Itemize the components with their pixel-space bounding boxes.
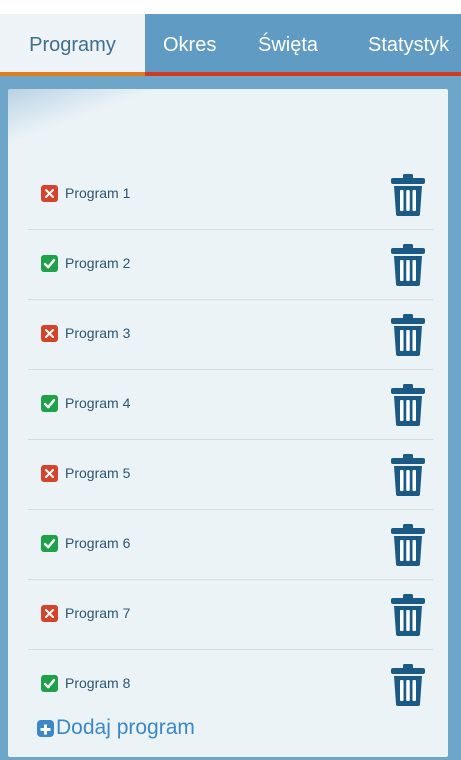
check-icon[interactable]	[41, 675, 58, 692]
trash-icon[interactable]	[390, 524, 426, 566]
program-list-panel: Program 1 Program 2 Program 3 Program 4 Prog…	[8, 89, 448, 757]
x-icon[interactable]	[41, 185, 58, 202]
trash-icon[interactable]	[390, 454, 426, 496]
tab-programy[interactable]: Programy	[0, 14, 145, 76]
program-label: Program 5	[65, 465, 131, 481]
add-program-label: Dodaj program	[56, 716, 195, 739]
tab-bar: Programy Okres Święta Statystyk	[0, 14, 461, 76]
x-icon[interactable]	[41, 605, 58, 622]
trash-icon[interactable]	[390, 244, 426, 286]
program-row: Program 8	[28, 649, 433, 719]
program-label: Program 6	[65, 535, 131, 551]
program-label: Program 7	[65, 605, 131, 621]
tab-swieta[interactable]: Święta	[258, 14, 318, 76]
program-label: Program 1	[65, 185, 131, 201]
x-icon[interactable]	[41, 465, 58, 482]
program-row: Program 4	[28, 369, 433, 440]
add-program-button[interactable]: Dodaj program	[37, 715, 195, 741]
check-icon[interactable]	[41, 255, 58, 272]
check-icon[interactable]	[41, 535, 58, 552]
trash-icon[interactable]	[390, 384, 426, 426]
program-label: Program 2	[65, 255, 131, 271]
trash-icon[interactable]	[390, 664, 426, 706]
program-row: Program 6	[28, 509, 433, 580]
program-row: Program 1	[28, 159, 433, 230]
x-icon[interactable]	[41, 325, 58, 342]
program-row: Program 3	[28, 299, 433, 370]
tab-okres[interactable]: Okres	[163, 14, 216, 76]
plus-square-icon	[37, 719, 54, 737]
tab-label: Święta	[258, 33, 319, 56]
status-bar-area	[0, 0, 461, 14]
tab-statystyki[interactable]: Statystyk	[368, 14, 449, 76]
program-row: Program 5	[28, 439, 433, 510]
tab-label: Okres	[163, 33, 217, 56]
program-row: Program 2	[28, 229, 433, 300]
trash-icon[interactable]	[390, 594, 426, 636]
program-label: Program 4	[65, 395, 131, 411]
panel-shadow	[8, 89, 448, 149]
check-icon[interactable]	[41, 395, 58, 412]
program-row: Program 7	[28, 579, 433, 650]
trash-icon[interactable]	[390, 314, 426, 356]
trash-icon[interactable]	[390, 174, 426, 216]
program-label: Program 8	[65, 675, 131, 691]
tab-label: Statystyk	[368, 33, 450, 56]
program-label: Program 3	[65, 325, 131, 341]
tab-label: Programy	[29, 33, 116, 56]
